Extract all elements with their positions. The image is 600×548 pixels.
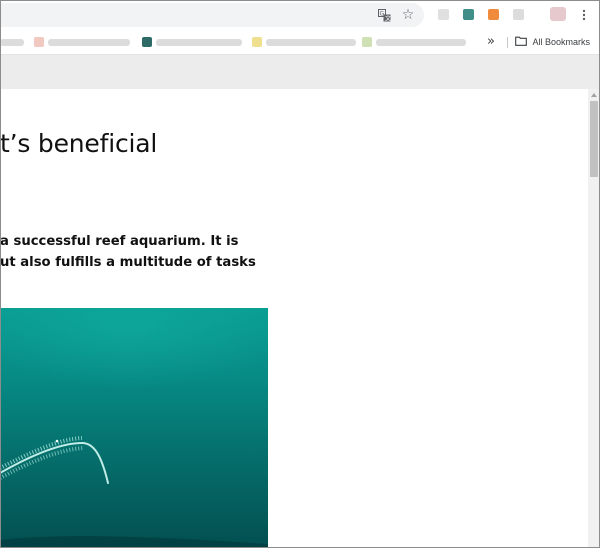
browser-toolbar: G 文 ☆ xyxy=(0,0,600,30)
folder-icon xyxy=(515,36,528,48)
page-scrollbar[interactable] xyxy=(588,89,600,548)
bookmarks-bar: » All Bookmarks xyxy=(0,30,600,55)
bookmark-item[interactable] xyxy=(34,35,130,49)
svg-text:G: G xyxy=(379,10,384,17)
article-heading: t’s beneficial xyxy=(0,129,158,158)
bookmark-item[interactable] xyxy=(0,35,24,49)
extension-icon[interactable] xyxy=(463,9,474,20)
all-bookmarks-label: All Bookmarks xyxy=(532,37,590,47)
bookmarks-divider xyxy=(507,37,508,48)
bookmarks-overflow-chevron-icon[interactable]: » xyxy=(484,33,498,49)
svg-text:文: 文 xyxy=(385,14,391,22)
page-content: t’s beneficial a successful reef aquariu… xyxy=(0,89,588,548)
page-top-banner xyxy=(0,55,600,89)
address-bar[interactable]: G 文 ☆ xyxy=(0,3,424,27)
intro-line-1: a successful reef aquarium. It is xyxy=(0,234,239,249)
star-icon[interactable]: ☆ xyxy=(400,7,416,23)
translate-icon[interactable]: G 文 xyxy=(376,7,392,23)
profile-avatar[interactable] xyxy=(550,7,566,21)
bookmark-item[interactable] xyxy=(142,35,242,49)
kebab-menu-icon[interactable] xyxy=(578,7,590,23)
extension-icon[interactable] xyxy=(438,9,449,20)
scroll-up-arrow-icon[interactable] xyxy=(591,93,597,97)
article-intro: a successful reef aquarium. It is ut als… xyxy=(0,231,256,273)
extension-icon[interactable] xyxy=(513,9,524,20)
article-photo xyxy=(0,268,290,548)
scrollbar-thumb[interactable] xyxy=(590,101,598,177)
photo-illustration xyxy=(0,268,290,548)
bookmark-item[interactable] xyxy=(252,35,356,49)
bookmark-item[interactable] xyxy=(362,35,466,49)
intro-line-2: ut also fulfills a multitude of tasks xyxy=(0,255,256,270)
extension-icon[interactable] xyxy=(488,9,499,20)
all-bookmarks-button[interactable]: All Bookmarks xyxy=(515,34,590,50)
